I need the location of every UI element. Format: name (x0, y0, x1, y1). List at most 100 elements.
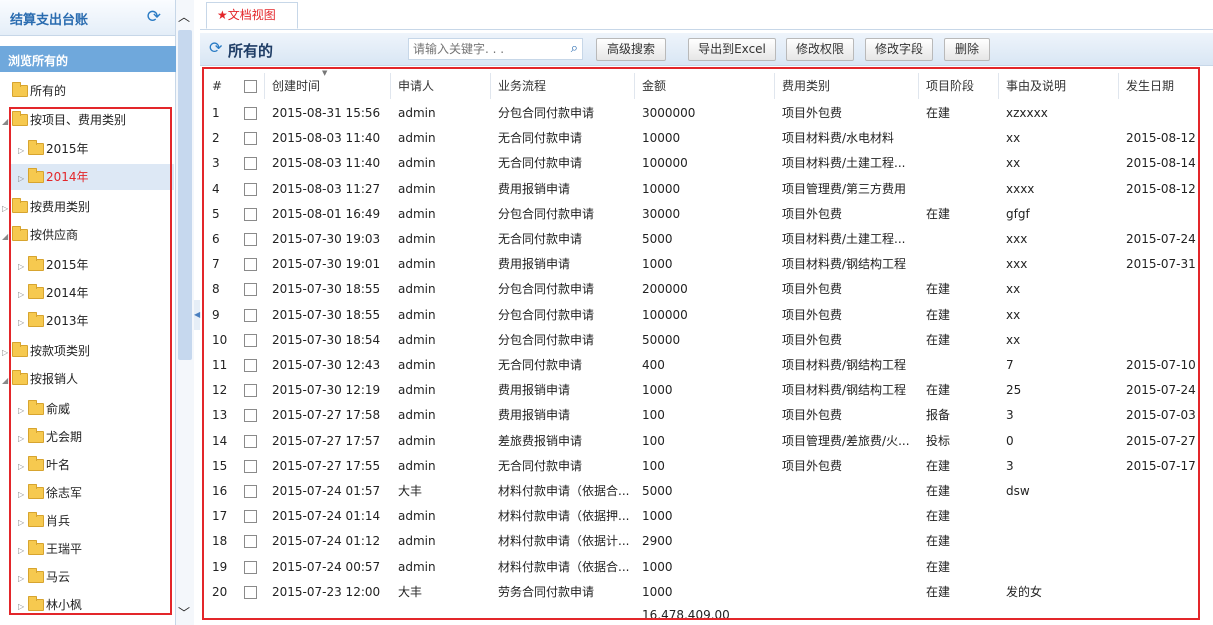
row-checkbox[interactable] (244, 510, 257, 524)
row-checkbox[interactable] (244, 308, 257, 322)
row-checkbox[interactable] (244, 485, 257, 498)
tree-node[interactable]: ▷ 叶名 (18, 452, 70, 478)
table-cell[interactable]: 材料付款申请（依据合... (498, 555, 638, 580)
column-divider[interactable] (998, 73, 999, 99)
table-cell[interactable]: 2015-07-30 12:43 (272, 353, 394, 378)
select-all-checkbox[interactable] (244, 80, 257, 93)
column-header[interactable]: 费用类别 (782, 73, 830, 99)
row-checkbox[interactable] (244, 535, 257, 549)
tree-node[interactable]: ▷ 尤会期 (18, 424, 82, 450)
column-divider[interactable] (1118, 73, 1119, 99)
row-checkbox[interactable] (244, 258, 257, 272)
expanded-arrow-icon[interactable]: ◢ (2, 368, 12, 394)
refresh-icon[interactable]: ⟳ (147, 7, 161, 27)
collapsed-arrow-icon[interactable]: ▷ (2, 340, 12, 366)
row-checkbox[interactable] (244, 107, 257, 120)
scrollbar-thumb[interactable] (178, 30, 192, 360)
row-checkbox[interactable] (244, 359, 257, 372)
tree-node[interactable]: ▷ 2013年 (18, 308, 89, 334)
row-checkbox[interactable] (244, 283, 257, 297)
table-cell[interactable]: 2015-07-30 19:01 (272, 252, 394, 277)
table-cell[interactable]: 2015-07-30 12:19 (272, 378, 394, 403)
column-header[interactable]: 业务流程 (498, 73, 546, 99)
column-divider[interactable] (390, 73, 391, 99)
tree-node[interactable]: 所有的 (2, 78, 66, 104)
collapsed-arrow-icon[interactable]: ▷ (18, 454, 28, 480)
table-cell[interactable]: 2015-07-30 19:03 (272, 227, 394, 252)
row-checkbox[interactable] (244, 207, 257, 221)
table-cell[interactable]: 2015-08-03 11:40 (272, 151, 394, 176)
table-cell[interactable]: 材料付款申请（依据计... (498, 529, 638, 554)
collapsed-arrow-icon[interactable]: ▷ (18, 482, 28, 508)
row-checkbox[interactable] (244, 132, 257, 146)
tree-node[interactable]: ▷ 2015年 (18, 252, 89, 278)
table-cell[interactable]: 费用报销申请 (498, 177, 638, 202)
row-checkbox[interactable] (244, 157, 257, 171)
column-header[interactable]: 金额 (642, 73, 666, 99)
table-cell[interactable]: 费用报销申请 (498, 378, 638, 403)
table-cell[interactable]: 2015-07-30 18:55 (272, 303, 394, 328)
collapsed-arrow-icon[interactable]: ▷ (18, 510, 28, 536)
export-excel-button[interactable]: 导出到Excel (688, 38, 776, 61)
advanced-search-button[interactable]: 高级搜索 (596, 38, 666, 61)
tree-node[interactable]: ▷ 2014年 (18, 280, 89, 306)
table-cell[interactable]: 2015-07-24 01:57 (272, 479, 394, 504)
row-checkbox[interactable] (244, 333, 257, 347)
tree-node[interactable]: ▷ 徐志军 (18, 480, 82, 506)
tree-node[interactable]: ▷ 俞威 (18, 396, 70, 422)
collapsed-arrow-icon[interactable]: ▷ (18, 398, 28, 424)
table-cell[interactable]: 费用报销申请 (498, 252, 638, 277)
column-header[interactable]: 申请人 (398, 73, 434, 99)
tree-node[interactable]: ▷ 王瑞平 (18, 536, 82, 562)
search-input[interactable] (413, 40, 561, 58)
expanded-arrow-icon[interactable]: ◢ (2, 109, 12, 135)
table-cell[interactable]: 无合同付款申请 (498, 353, 638, 378)
row-checkbox[interactable] (244, 409, 257, 423)
collapsed-arrow-icon[interactable]: ▷ (18, 538, 28, 564)
table-cell[interactable]: 2015-08-01 16:49 (272, 202, 394, 227)
table-cell[interactable]: 差旅费报销申请 (498, 429, 638, 454)
tree-node[interactable]: ▷ 林小枫 (18, 592, 82, 618)
table-cell[interactable]: 2015-07-30 18:55 (272, 277, 394, 302)
tree-node[interactable]: ▷ 2015年 (18, 136, 89, 162)
row-checkbox[interactable] (244, 182, 257, 196)
row-checkbox[interactable] (244, 585, 257, 599)
table-cell[interactable]: 2015-07-24 01:14 (272, 504, 394, 529)
column-divider[interactable] (490, 73, 491, 99)
tree-node[interactable]: ▷ 马云 (18, 564, 70, 590)
column-header[interactable]: 事由及说明 (1006, 73, 1066, 99)
sidebar-scrollbar[interactable]: ︿ ﹀ (176, 0, 194, 625)
tree-node[interactable]: ◢ 按报销人 (2, 366, 78, 392)
tree-node[interactable]: ▷ 2014年 (9, 164, 174, 190)
column-header[interactable]: 发生日期 (1126, 73, 1174, 99)
table-cell[interactable]: 分包合同付款申请 (498, 202, 638, 227)
column-divider[interactable] (774, 73, 775, 99)
collapsed-arrow-icon[interactable]: ▷ (18, 594, 28, 620)
tree-node[interactable]: ▷ 按费用类别 (2, 194, 90, 220)
column-divider[interactable] (918, 73, 919, 99)
table-cell[interactable]: 分包合同付款申请 (498, 328, 638, 353)
collapsed-arrow-icon[interactable]: ▷ (2, 196, 12, 222)
table-cell[interactable]: 无合同付款申请 (498, 151, 638, 176)
chevron-up-icon[interactable]: ︿ (178, 8, 190, 25)
tree-node[interactable]: ◢ 按项目、费用类别 (2, 107, 126, 133)
table-cell[interactable]: 2015-07-30 18:54 (272, 328, 394, 353)
tree-node[interactable]: ◢ 按供应商 (2, 222, 78, 248)
collapsed-arrow-icon[interactable]: ▷ (18, 426, 28, 452)
edit-permissions-button[interactable]: 修改权限 (786, 38, 854, 61)
collapsed-arrow-icon[interactable]: ▷ (18, 254, 28, 280)
table-cell[interactable]: 无合同付款申请 (498, 227, 638, 252)
table-cell[interactable]: 2015-08-03 11:40 (272, 126, 394, 151)
refresh-icon[interactable]: ⟳ (209, 39, 222, 57)
table-cell[interactable]: 2015-07-27 17:55 (272, 454, 394, 479)
column-header[interactable]: 项目阶段 (926, 73, 974, 99)
table-cell[interactable]: 2015-07-24 00:57 (272, 555, 394, 580)
collapsed-arrow-icon[interactable]: ▷ (18, 166, 28, 192)
column-header[interactable]: # (212, 73, 222, 99)
row-checkbox[interactable] (244, 434, 257, 448)
row-checkbox[interactable] (244, 560, 257, 574)
table-cell[interactable]: 2015-07-27 17:57 (272, 429, 394, 454)
collapsed-arrow-icon[interactable]: ▷ (18, 282, 28, 308)
tab-document-view[interactable]: ★文档视图 (206, 2, 298, 29)
table-cell[interactable]: 无合同付款申请 (498, 126, 638, 151)
